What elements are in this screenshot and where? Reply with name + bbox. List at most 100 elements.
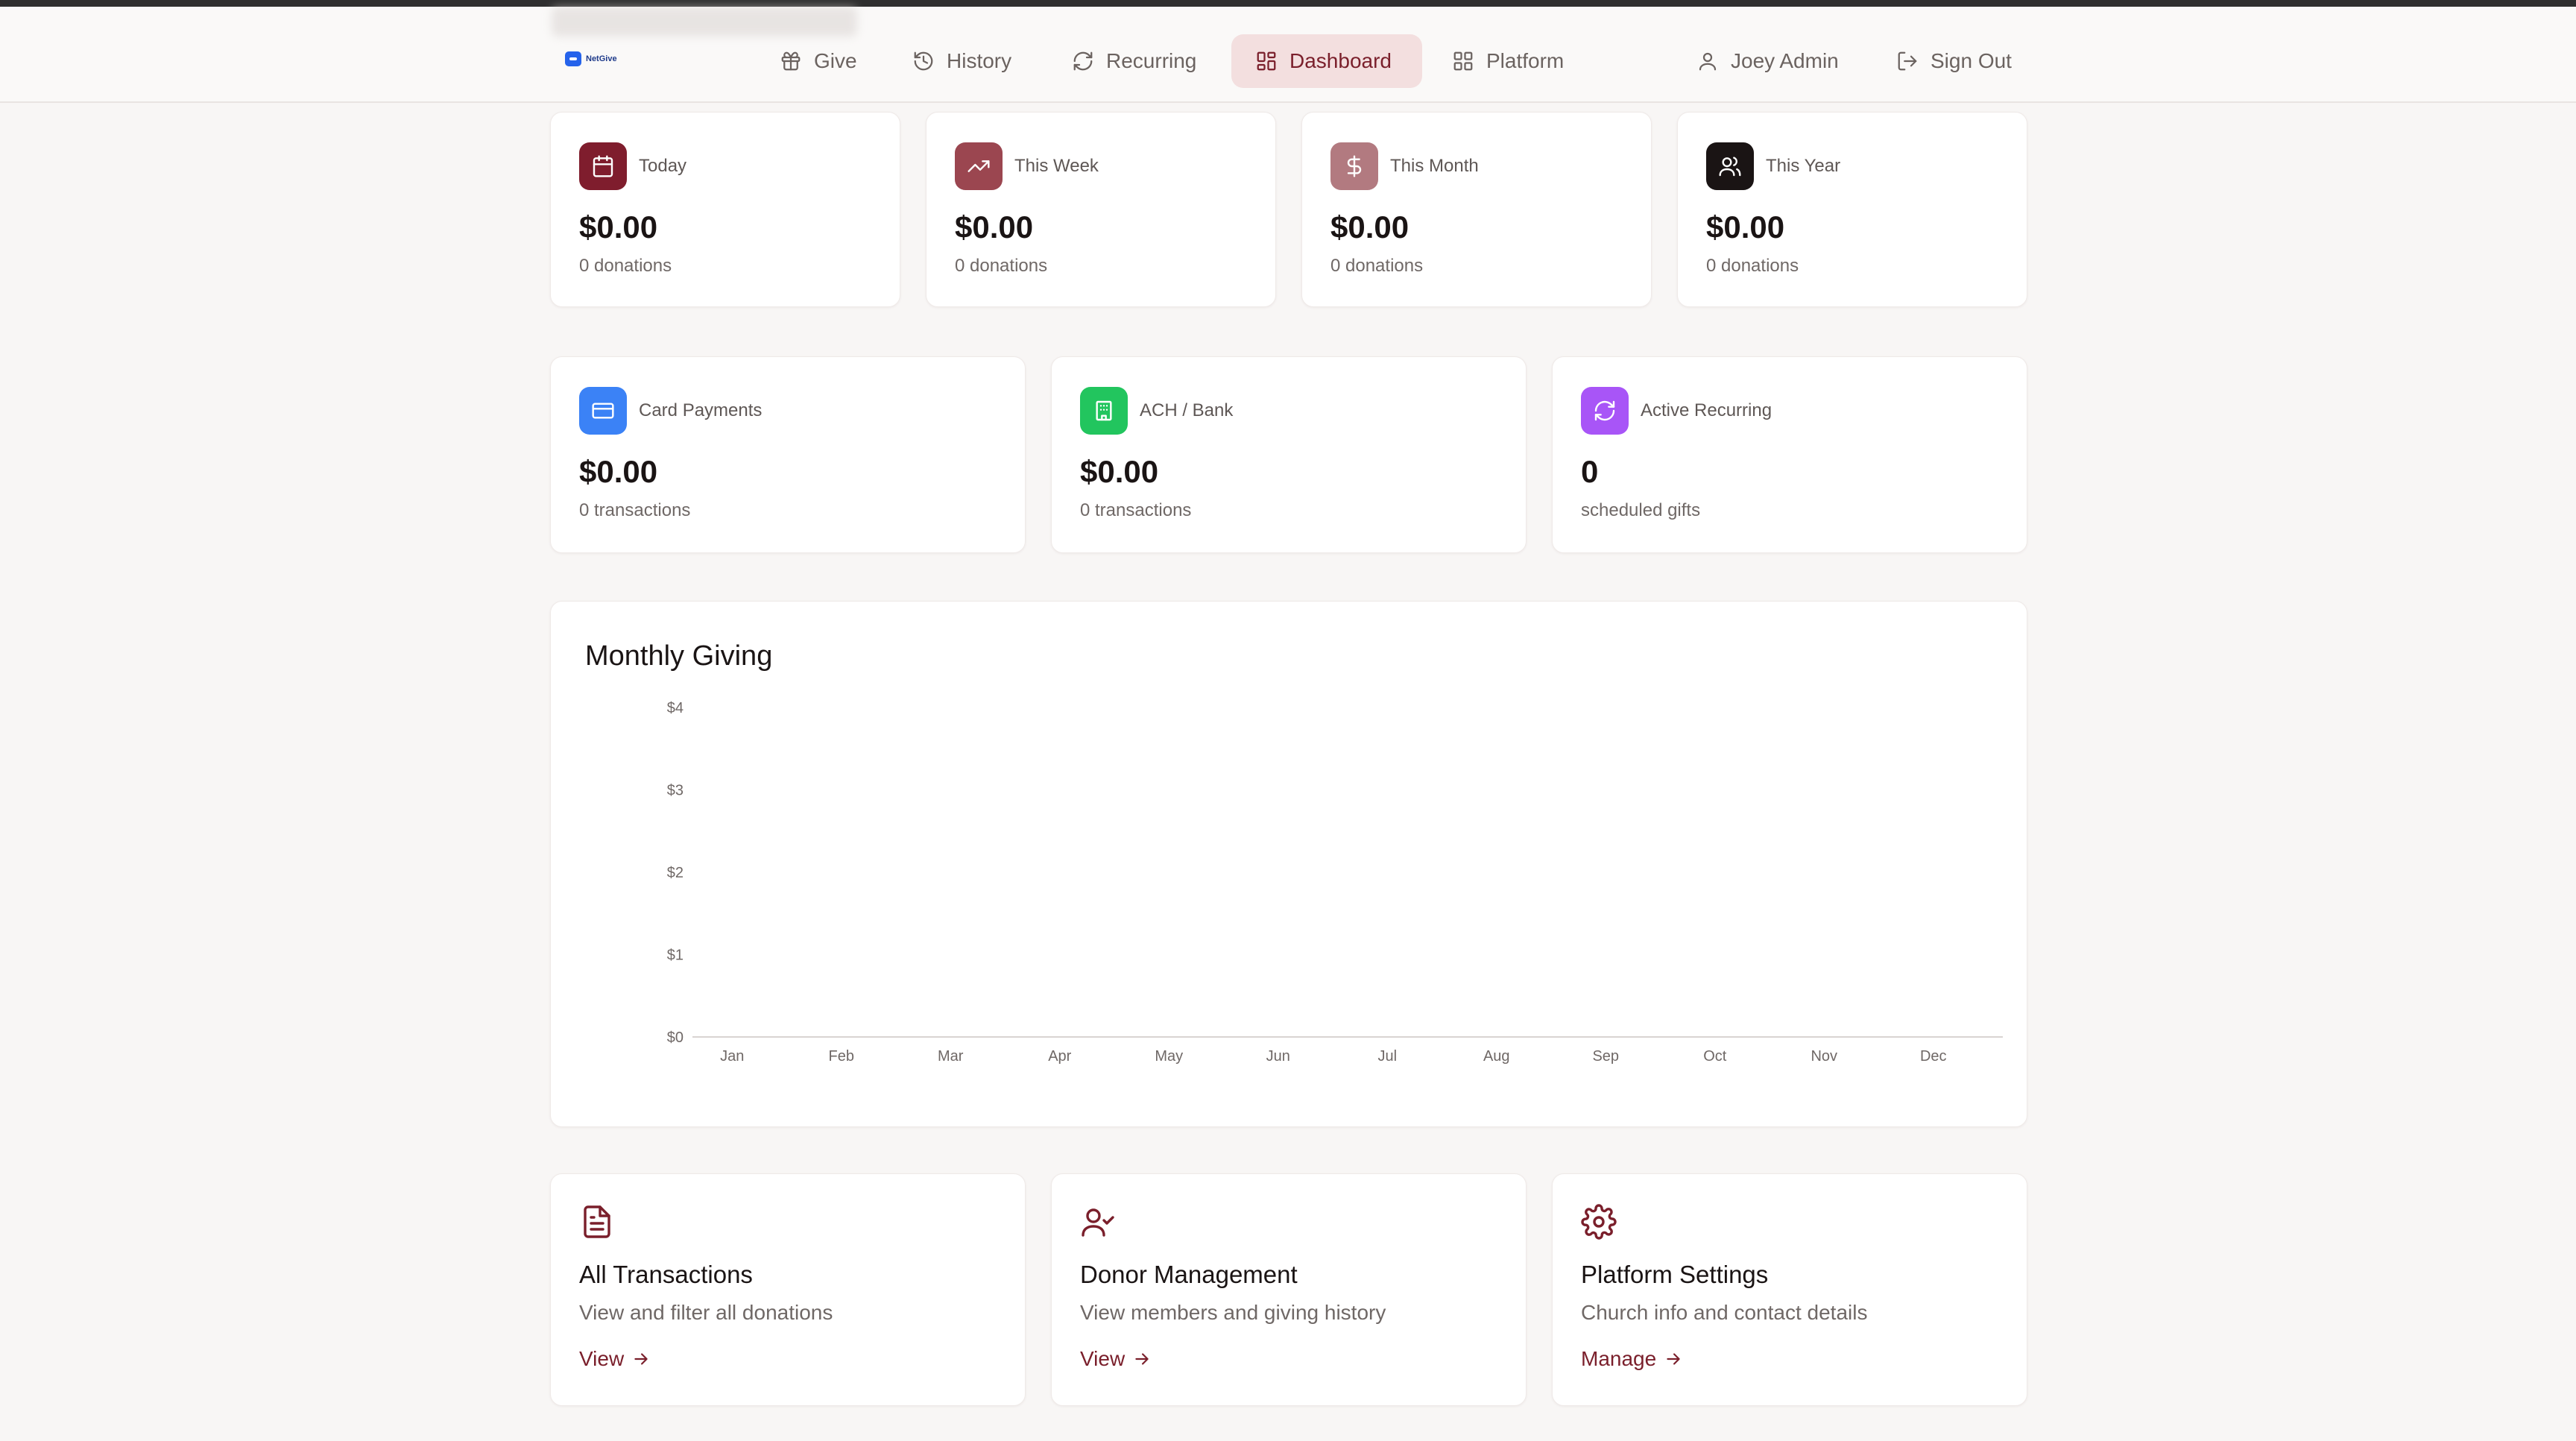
x-tick-label: Dec — [1920, 1048, 1947, 1065]
stat-subtext: 0 transactions — [579, 500, 691, 520]
stat-value: $0.00 — [955, 209, 1034, 245]
bank-icon — [1096, 400, 1112, 421]
settings-icon — [1581, 1204, 1617, 1240]
user-check-icon — [1082, 1208, 1114, 1237]
grid-icon — [1257, 51, 1276, 71]
stat-card-this-week: This Week $0.00 0 donations — [926, 112, 1276, 307]
logo[interactable]: NetGive — [565, 51, 617, 67]
arrow-right-icon — [1667, 1353, 1680, 1365]
users-icon — [1719, 157, 1741, 177]
stat-card-this-year: This Year $0.00 0 donations — [1677, 112, 2027, 307]
stat-subtext: 0 donations — [1706, 256, 1799, 276]
sign-out-button[interactable]: Sign Out — [1889, 34, 2019, 88]
stat-icon-bg — [1581, 387, 1629, 435]
action-card-all-transactions[interactable]: All Transactions View and filter all don… — [550, 1173, 1026, 1406]
history-icon — [914, 51, 933, 71]
x-tick-label: Aug — [1483, 1048, 1510, 1065]
credit-card-icon — [592, 403, 614, 419]
stat-icon-bg — [579, 387, 627, 435]
user-icon — [1699, 52, 1717, 71]
sign-out-label: Sign Out — [1931, 49, 2012, 72]
x-tick-label: Mar — [938, 1048, 964, 1065]
arrow-right-icon — [1135, 1353, 1149, 1365]
y-tick-label: $3 — [667, 783, 684, 799]
stat-card-ach-bank: ACH / Bank $0.00 0 transactions — [1051, 356, 1527, 553]
stat-icon-bg — [1706, 142, 1754, 190]
nav-item-platform[interactable]: Platform — [1428, 34, 1588, 88]
action-card-platform-settings[interactable]: Platform Settings Church info and contac… — [1552, 1173, 2027, 1406]
y-tick-label: $1 — [667, 947, 684, 964]
gift-icon — [781, 51, 801, 71]
trending-up-icon — [967, 160, 990, 172]
link-label: View — [579, 1347, 625, 1370]
grid-icon — [1453, 51, 1473, 71]
stat-card-this-month: This Month $0.00 0 donations — [1301, 112, 1652, 307]
nav-label: Dashboard — [1289, 49, 1392, 72]
nav-item-give[interactable]: Give — [756, 34, 881, 88]
stat-value: 0 — [1581, 454, 1599, 489]
action-description: Church info and contact details — [1581, 1301, 1868, 1324]
y-tick-label: $2 — [667, 865, 684, 881]
stat-value: $0.00 — [579, 209, 658, 245]
stat-label: Active Recurring — [1641, 400, 1772, 420]
stat-icon-bg — [955, 142, 1003, 190]
stat-icon-bg — [1080, 387, 1128, 435]
blurred-page-header — [552, 7, 857, 37]
monthly-giving-chart-card: Monthly Giving $0 $1 $2 $3 $4 Jan Feb Mar Apr May… — [550, 601, 2027, 1127]
y-tick-label: $0 — [667, 1029, 684, 1046]
refresh-icon — [1594, 400, 1615, 421]
x-tick-label: May — [1155, 1048, 1183, 1065]
stat-value: $0.00 — [579, 454, 658, 489]
y-tick-label: $4 — [667, 700, 684, 716]
x-tick-label: Feb — [829, 1048, 854, 1065]
action-description: View members and giving history — [1080, 1301, 1386, 1324]
calendar-icon — [593, 155, 613, 177]
action-title: Donor Management — [1080, 1261, 1298, 1288]
stat-icon-bg — [1330, 142, 1378, 190]
user-menu[interactable]: Joey Admin — [1689, 34, 1846, 88]
stat-label: ACH / Bank — [1140, 400, 1234, 420]
stat-value: $0.00 — [1706, 209, 1785, 245]
link-label: View — [1080, 1347, 1126, 1370]
action-card-donor-management[interactable]: Donor Management View members and giving… — [1051, 1173, 1527, 1406]
x-tick-label: Sep — [1592, 1048, 1619, 1065]
stat-subtext: 0 donations — [1330, 256, 1424, 276]
user-name: Joey Admin — [1731, 49, 1839, 72]
stat-subtext: 0 donations — [955, 256, 1048, 276]
x-tick-label: Nov — [1811, 1048, 1837, 1065]
stat-label: This Month — [1390, 156, 1479, 176]
x-tick-label: Jun — [1266, 1048, 1290, 1065]
stat-value: $0.00 — [1330, 209, 1409, 245]
x-tick-label: Oct — [1703, 1048, 1727, 1065]
link-label: Manage — [1581, 1347, 1657, 1370]
x-tick-label: Apr — [1048, 1048, 1071, 1065]
action-description: View and filter all donations — [579, 1301, 833, 1324]
monthly-giving-chart: $0 $1 $2 $3 $4 Jan Feb Mar Apr May Jun Jul Aug Sep Oct… — [667, 700, 2003, 1065]
file-text-icon — [584, 1205, 610, 1238]
logo-text: NetGive — [586, 54, 617, 63]
refresh-icon — [1073, 51, 1093, 71]
logo-icon — [565, 51, 581, 66]
stat-subtext: scheduled gifts — [1581, 500, 1701, 520]
stat-label: Card Payments — [639, 400, 763, 420]
log-out-icon — [1898, 51, 1917, 71]
x-tick-label: Jan — [720, 1048, 744, 1065]
window-top-strip — [0, 0, 2576, 7]
nav-item-recurring[interactable]: Recurring — [1048, 34, 1220, 88]
stat-label: Today — [639, 156, 687, 176]
top-navbar: NetGive Give History Recurring Dashboard… — [0, 7, 2576, 103]
nav-label: Give — [814, 49, 857, 72]
manage-settings-link[interactable]: Manage — [1581, 1347, 1683, 1371]
nav-item-dashboard[interactable]: Dashboard — [1231, 34, 1422, 88]
dollar-icon — [1347, 155, 1362, 177]
action-title: All Transactions — [579, 1261, 753, 1288]
view-transactions-link[interactable]: View — [579, 1347, 651, 1371]
arrow-right-icon — [634, 1353, 648, 1365]
nav-label: Platform — [1486, 49, 1565, 72]
stat-subtext: 0 transactions — [1080, 500, 1192, 520]
stat-card-active-recurring: Active Recurring 0 scheduled gifts — [1552, 356, 2027, 553]
nav-item-history[interactable]: History — [888, 34, 1035, 88]
view-donors-link[interactable]: View — [1080, 1347, 1152, 1371]
action-title: Platform Settings — [1581, 1261, 1769, 1288]
stat-card-card-payments: Card Payments $0.00 0 transactions — [550, 356, 1026, 553]
